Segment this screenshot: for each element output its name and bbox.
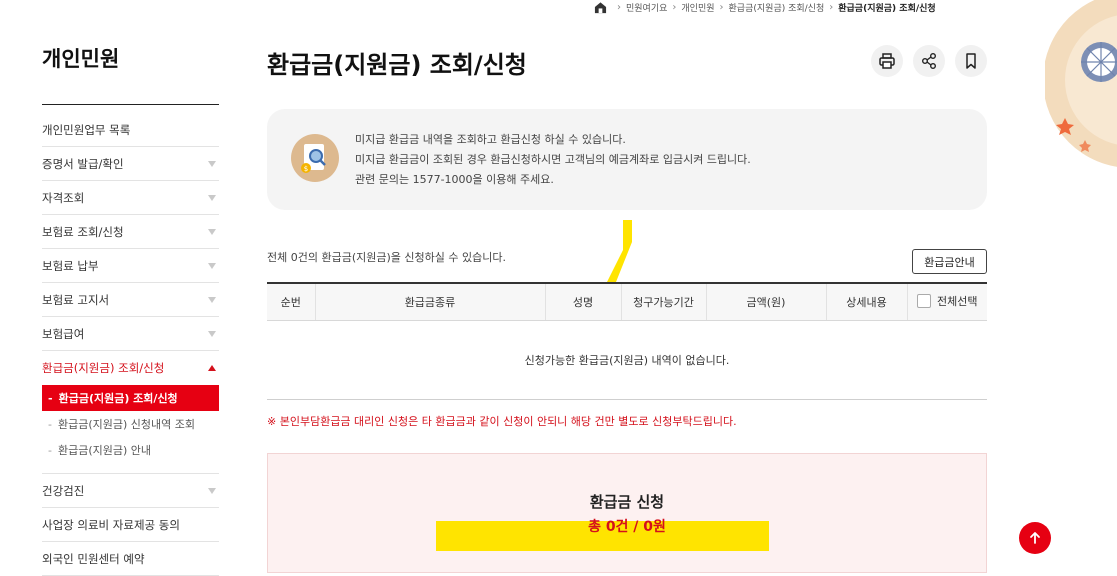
notice-text: ※ 본인부담환급금 대리인 신청은 타 환급금과 같이 신청이 안되니 해당 건…	[267, 415, 737, 428]
chevron-down-icon	[208, 296, 216, 303]
chevron-down-icon	[208, 228, 216, 235]
column-header: 상세내용	[825, 282, 907, 321]
sidebar-item-label: 자격조회	[42, 190, 85, 205]
sidebar-item-refund[interactable]: 환급금(지원금) 조회/신청	[42, 351, 219, 385]
column-header: 환급금종류	[314, 282, 545, 321]
column-header: 성명	[544, 282, 621, 321]
submenu-item-refund-inquiry[interactable]: - 환급금(지원금) 조회/신청	[42, 385, 219, 411]
share-button[interactable]	[913, 45, 945, 77]
select-all-label: 전체선택	[937, 294, 978, 308]
submenu-item-refund-guide[interactable]: - 환급금(지원금) 안내	[42, 437, 219, 463]
submenu-item-label: 환급금(지원금) 안내	[57, 444, 152, 457]
sidebar-item-label: 보험료 조회/신청	[42, 224, 124, 239]
chevron-down-icon	[208, 330, 216, 337]
highlight-mark	[607, 220, 632, 282]
submenu-item-label: 환급금(지원금) 조회/신청	[58, 392, 178, 405]
sidebar-item-premium-payment[interactable]: 보험료 납부	[42, 249, 219, 283]
arrow-up-icon	[1030, 532, 1040, 544]
sidebar-item-foreigner-reservation[interactable]: 외국인 민원센터 예약	[42, 542, 219, 576]
apply-summary-box: 환급금 신청 총 0건 / 0원	[267, 453, 987, 573]
select-all-header: 전체선택	[906, 282, 987, 321]
breadcrumb-item[interactable]: 민원여기요	[626, 1, 667, 14]
column-header: 청구가능기간	[620, 282, 706, 321]
breadcrumb-item[interactable]: 개인민원	[681, 1, 714, 14]
sidebar-item-label: 개인민원업무 목록	[42, 122, 131, 137]
chevron-down-icon	[208, 487, 216, 494]
sidebar-item-label: 증명서 발급/확인	[42, 156, 124, 171]
chevron-right-icon: ›	[672, 1, 677, 13]
sidebar-item-label: 외국인 민원센터 예약	[42, 551, 145, 566]
chevron-down-icon	[208, 160, 216, 167]
chevron-right-icon: ›	[617, 1, 621, 13]
bookmark-button[interactable]	[955, 45, 987, 77]
submenu-item-label: 환급금(지원금) 신청내역 조회	[57, 418, 195, 431]
bullet-dash: -	[48, 443, 52, 457]
sidebar-submenu: - 환급금(지원금) 조회/신청 - 환급금(지원금) 신청내역 조회 - 환급…	[42, 385, 219, 474]
refund-guide-button[interactable]: 환급금안내	[912, 249, 987, 274]
column-header: 금액(원)	[705, 282, 826, 321]
sidebar-item-premium-inquiry[interactable]: 보험료 조회/신청	[42, 215, 219, 249]
chevron-right-icon: ›	[719, 1, 724, 13]
chevron-up-icon	[208, 365, 216, 371]
apply-total: 총 0건 / 0원	[588, 519, 666, 535]
document-search-icon: $	[291, 134, 339, 182]
sidebar-item-insurance-benefit[interactable]: 보험급여	[42, 317, 219, 351]
submenu-item-refund-history[interactable]: - 환급금(지원금) 신청내역 조회	[42, 411, 219, 437]
print-icon	[879, 53, 895, 69]
sidebar-title: 개인민원	[42, 47, 120, 71]
svg-text:$: $	[304, 165, 308, 173]
chevron-down-icon	[208, 194, 216, 201]
scroll-top-button[interactable]	[1019, 522, 1051, 554]
decorative-illustration	[1045, 0, 1117, 190]
sidebar-item-label: 보험급여	[42, 326, 85, 341]
chevron-right-icon: ›	[829, 1, 834, 13]
info-box: $ 미지급 환급금 내역을 조회하고 환급신청 하실 수 있습니다. 미지급 환…	[267, 109, 987, 210]
sidebar-item-label: 건강검진	[42, 483, 85, 498]
bullet-dash: -	[48, 391, 53, 405]
sidebar-menu: 개인민원업무 목록 증명서 발급/확인 자격조회 보험료 조회/신청 보험료 납…	[42, 113, 219, 576]
page-title: 환급금(지원금) 조회/신청	[267, 51, 527, 79]
sidebar-item-civil-list[interactable]: 개인민원업무 목록	[42, 113, 219, 147]
select-all-checkbox[interactable]	[917, 293, 931, 308]
bullet-dash: -	[48, 417, 52, 431]
refund-count-text: 전체 0건의 환급금(지원금)을 신청하실 수 있습니다.	[267, 251, 506, 264]
breadcrumb: › 민원여기요 › 개인민원 › 환급금(지원금) 조회/신청 › 환급금(지원…	[594, 0, 936, 14]
refund-table: 순번 환급금종류 성명 청구가능기간 금액(원) 상세내용 전체선택 신청가능한…	[267, 282, 987, 400]
apply-title: 환급금 신청	[589, 493, 665, 511]
sidebar-item-label: 사업장 의료비 자료제공 동의	[42, 517, 180, 532]
page-tools	[871, 45, 987, 77]
sidebar-item-medical-consent[interactable]: 사업장 의료비 자료제공 동의	[42, 508, 219, 542]
empty-message: 신청가능한 환급금(지원금) 내역이 없습니다.	[267, 320, 987, 400]
divider	[42, 104, 219, 105]
share-icon	[922, 53, 936, 69]
bookmark-icon	[966, 53, 976, 69]
chevron-down-icon	[208, 262, 216, 269]
info-text: 미지급 환급금 내역을 조회하고 환급신청 하실 수 있습니다. 미지급 환급금…	[355, 130, 751, 190]
breadcrumb-current: 환급금(지원금) 조회/신청	[838, 3, 936, 14]
column-header: 순번	[267, 282, 315, 321]
sidebar-item-certificate[interactable]: 증명서 발급/확인	[42, 147, 219, 181]
sidebar-item-label: 환급금(지원금) 조회/신청	[42, 361, 165, 375]
select-all-control[interactable]: 전체선택	[917, 293, 977, 309]
sidebar-item-health-checkup[interactable]: 건강검진	[42, 474, 219, 508]
info-line: 관련 문의는 1577-1000을 이용해 주세요.	[355, 173, 554, 186]
home-icon[interactable]	[594, 1, 607, 14]
print-button[interactable]	[871, 45, 903, 77]
table-row: 신청가능한 환급금(지원금) 내역이 없습니다.	[267, 320, 987, 400]
sidebar-item-label: 보험료 납부	[42, 258, 99, 273]
table-header-row: 순번 환급금종류 성명 청구가능기간 금액(원) 상세내용 전체선택	[267, 282, 987, 321]
info-line: 미지급 환급금이 조회된 경우 환급신청하시면 고객님의 예금계좌로 입금시켜 …	[355, 153, 751, 166]
sidebar-item-premium-bill[interactable]: 보험료 고지서	[42, 283, 219, 317]
breadcrumb-item[interactable]: 환급금(지원금) 조회/신청	[729, 1, 825, 14]
sidebar-item-label: 보험료 고지서	[42, 292, 110, 307]
info-line: 미지급 환급금 내역을 조회하고 환급신청 하실 수 있습니다.	[355, 133, 626, 146]
sidebar-item-eligibility[interactable]: 자격조회	[42, 181, 219, 215]
